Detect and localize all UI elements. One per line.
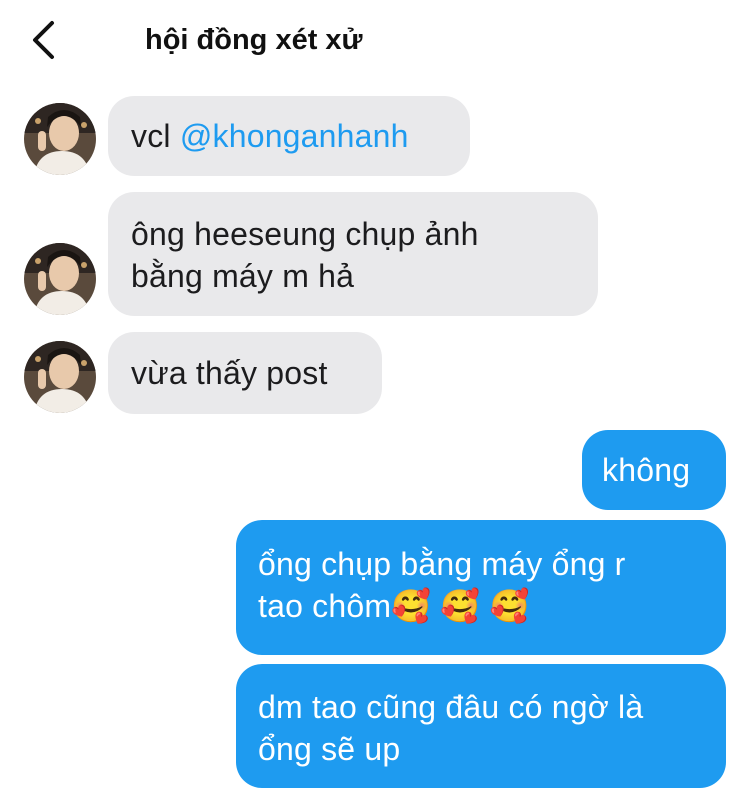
message-text-line: ổng sẽ up <box>258 731 401 767</box>
message-text-line: tao chôm🥰 🥰 🥰 <box>258 588 530 624</box>
back-button[interactable] <box>24 18 64 62</box>
message-bubble-incoming[interactable]: vừa thấy post <box>108 332 382 414</box>
message-text: vcl <box>131 118 180 154</box>
message-bubble-outgoing[interactable]: ổng chụp bằng máy ổng r tao chôm🥰 🥰 🥰 <box>236 520 726 655</box>
message-bubble-incoming[interactable]: vcl @khonganhanh <box>108 96 470 176</box>
message-text: không <box>602 452 691 488</box>
message-bubble-outgoing[interactable]: dm tao cũng đâu có ngờ là ổng sẽ up <box>236 664 726 788</box>
message-text-line: dm tao cũng đâu có ngờ là <box>258 689 644 725</box>
chevron-left-icon <box>33 21 54 59</box>
message-text-line: ổng chụp bằng máy ổng r <box>258 546 626 582</box>
chat-header: hội đồng xét xử <box>0 0 750 80</box>
avatar[interactable] <box>24 341 96 413</box>
message-text-line: bằng máy m hả <box>131 258 355 294</box>
avatar[interactable] <box>24 103 96 175</box>
user-mention-link[interactable]: @khonganhanh <box>180 118 409 154</box>
avatar[interactable] <box>24 243 96 315</box>
chat-title[interactable]: hội đồng xét xử <box>145 22 363 58</box>
message-bubble-incoming[interactable]: ông heeseung chụp ảnh bằng máy m hả <box>108 192 598 316</box>
message-bubble-outgoing[interactable]: không <box>582 430 726 510</box>
message-text-line: ông heeseung chụp ảnh <box>131 216 479 252</box>
message-text: vừa thấy post <box>131 355 328 391</box>
